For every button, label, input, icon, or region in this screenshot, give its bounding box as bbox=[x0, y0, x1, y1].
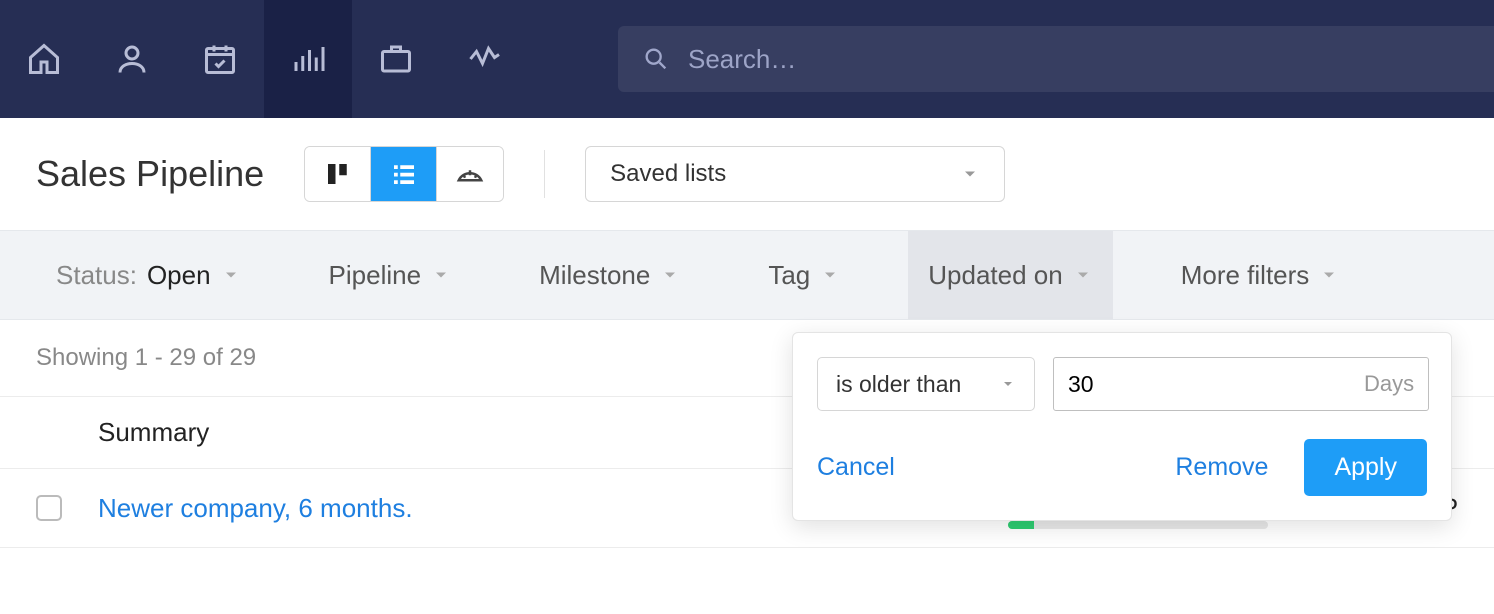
bars-icon bbox=[290, 41, 326, 77]
saved-lists-label: Saved lists bbox=[610, 160, 726, 188]
operator-value: is older than bbox=[836, 371, 961, 398]
nav-reports[interactable] bbox=[264, 0, 352, 118]
chevron-down-icon bbox=[1073, 265, 1093, 285]
filter-tag-label: Tag bbox=[768, 260, 810, 291]
nav-calendar[interactable] bbox=[176, 0, 264, 118]
activity-icon bbox=[466, 41, 502, 77]
search-bar[interactable] bbox=[618, 26, 1494, 92]
popover-inputs: is older than Days bbox=[817, 357, 1427, 411]
chevron-down-icon bbox=[221, 265, 241, 285]
caret-down-icon bbox=[960, 164, 980, 184]
days-unit: Days bbox=[1364, 371, 1414, 397]
filters-bar: Status: Open Pipeline Milestone Tag Upda… bbox=[0, 230, 1494, 320]
progress-fill bbox=[1008, 521, 1034, 529]
briefcase-icon bbox=[378, 41, 414, 77]
nav-activity[interactable] bbox=[440, 0, 528, 118]
nav-home[interactable] bbox=[0, 0, 88, 118]
nav-icons bbox=[0, 0, 528, 118]
search-input[interactable] bbox=[688, 44, 1470, 75]
updated-on-popover: is older than Days Cancel Remove Apply bbox=[792, 332, 1452, 521]
cancel-button[interactable]: Cancel bbox=[817, 453, 895, 482]
top-navbar bbox=[0, 0, 1494, 118]
popover-right-actions: Remove Apply bbox=[1175, 439, 1427, 496]
filter-status[interactable]: Status: Open bbox=[36, 231, 261, 319]
filter-status-label: Status: bbox=[56, 260, 137, 291]
person-icon bbox=[114, 41, 150, 77]
saved-lists-dropdown[interactable]: Saved lists bbox=[585, 146, 1005, 202]
filter-updated-on[interactable]: Updated on bbox=[908, 231, 1112, 319]
progress-bar bbox=[1008, 521, 1268, 529]
days-input-wrap[interactable]: Days bbox=[1053, 357, 1429, 411]
popover-actions: Cancel Remove Apply bbox=[817, 439, 1427, 496]
home-icon bbox=[26, 41, 62, 77]
remove-button[interactable]: Remove bbox=[1175, 453, 1268, 482]
chevron-down-icon bbox=[820, 265, 840, 285]
filter-pipeline-label: Pipeline bbox=[329, 260, 422, 291]
apply-button[interactable]: Apply bbox=[1304, 439, 1427, 496]
calendar-check-icon bbox=[202, 41, 238, 77]
days-input[interactable] bbox=[1068, 371, 1364, 398]
filter-milestone-label: Milestone bbox=[539, 260, 650, 291]
header-bar: Sales Pipeline Saved lists bbox=[0, 118, 1494, 230]
row-checkbox[interactable] bbox=[36, 495, 62, 521]
gauge-icon bbox=[455, 159, 485, 189]
search-icon bbox=[642, 45, 670, 73]
view-dashboard-button[interactable] bbox=[437, 147, 503, 201]
caret-down-icon bbox=[1000, 376, 1016, 392]
filter-pipeline[interactable]: Pipeline bbox=[309, 231, 472, 319]
operator-select[interactable]: is older than bbox=[817, 357, 1035, 411]
page-title: Sales Pipeline bbox=[36, 153, 264, 195]
divider bbox=[544, 150, 545, 198]
chevron-down-icon bbox=[431, 265, 451, 285]
column-summary: Summary bbox=[98, 417, 209, 447]
filter-updated-on-label: Updated on bbox=[928, 260, 1062, 291]
filter-tag[interactable]: Tag bbox=[748, 231, 860, 319]
filter-more[interactable]: More filters bbox=[1161, 231, 1360, 319]
nav-cases[interactable] bbox=[352, 0, 440, 118]
filter-milestone[interactable]: Milestone bbox=[519, 231, 700, 319]
chevron-down-icon bbox=[660, 265, 680, 285]
nav-people[interactable] bbox=[88, 0, 176, 118]
board-icon bbox=[323, 159, 353, 189]
filter-more-label: More filters bbox=[1181, 260, 1310, 291]
filter-status-value: Open bbox=[147, 260, 211, 291]
chevron-down-icon bbox=[1319, 265, 1339, 285]
view-toggle bbox=[304, 146, 504, 202]
view-board-button[interactable] bbox=[305, 147, 371, 201]
list-icon bbox=[389, 159, 419, 189]
view-list-button[interactable] bbox=[371, 147, 437, 201]
